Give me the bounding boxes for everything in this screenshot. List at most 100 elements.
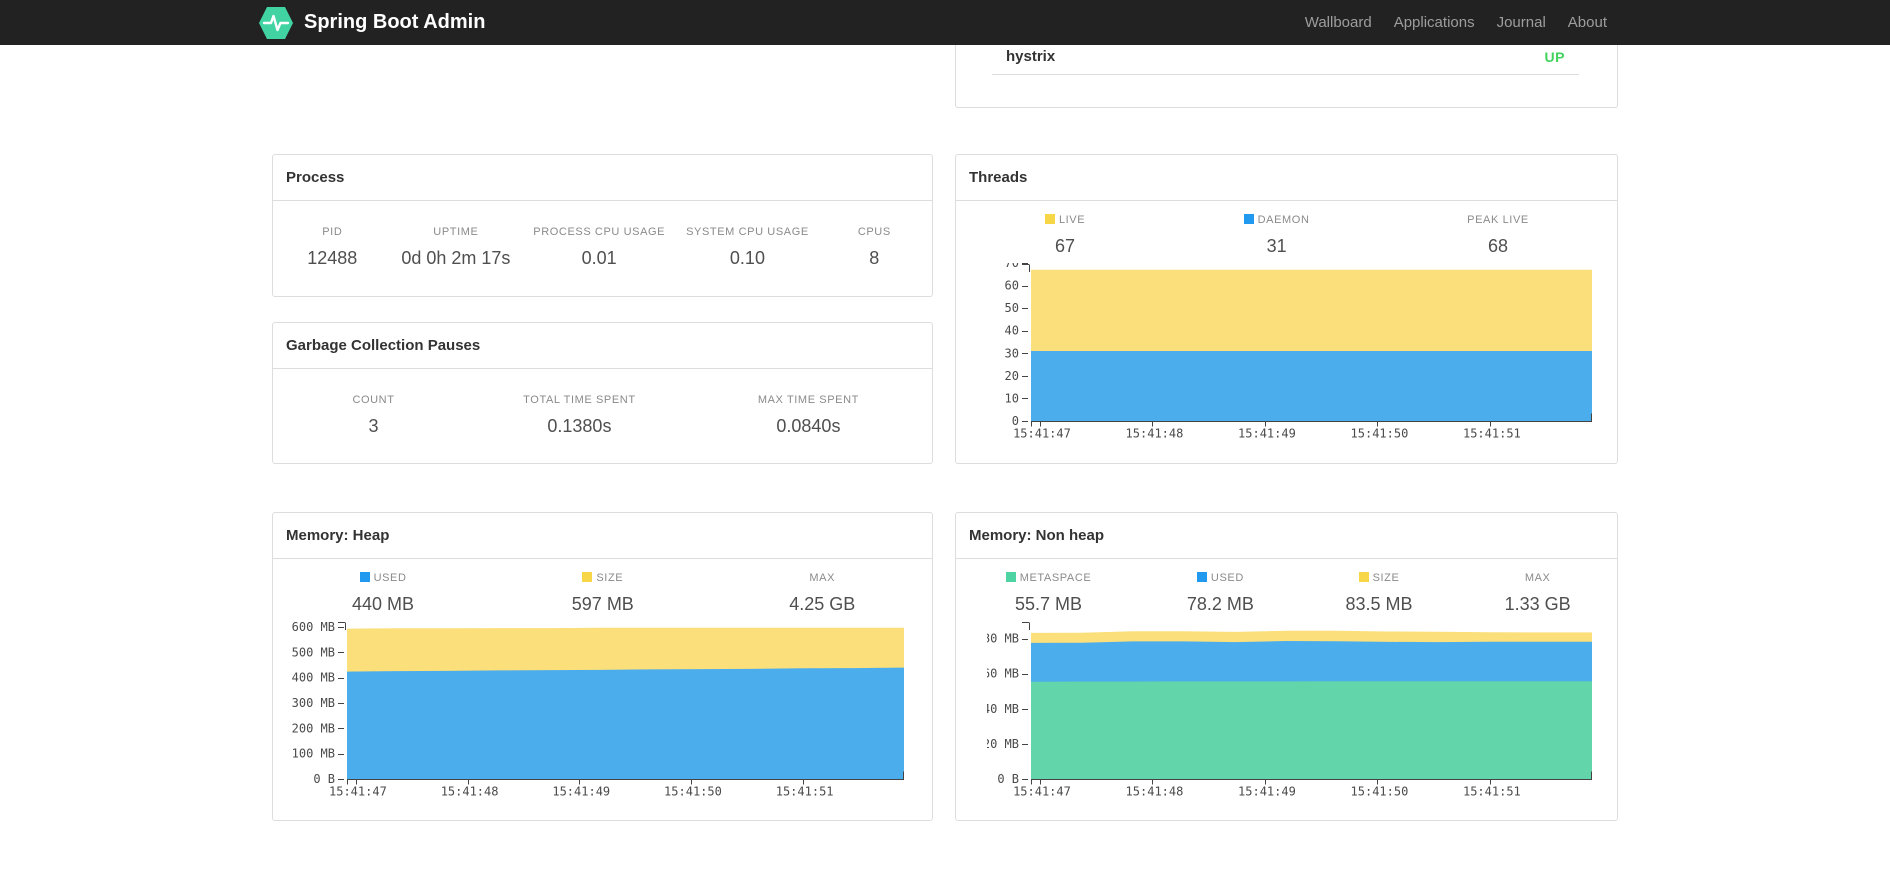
nonheap-item-used: USED 78.2 MB	[1141, 571, 1300, 615]
application-row[interactable]: hystrix UP	[992, 45, 1579, 75]
process-card-title: Process	[273, 155, 932, 201]
nonheap-xtick-15-41-49: 15:41:49	[1238, 785, 1296, 799]
memory-heap-legend: USED 440 MB SIZE 597 MB MAX 4.25 GB	[273, 571, 932, 615]
heap-xtick-15-41-49: 15:41:49	[552, 785, 610, 799]
gc-stats: COUNT 3 TOTAL TIME SPENT 0.1380s MAX TIME SP…	[273, 369, 932, 437]
nav-link-about[interactable]: About	[1557, 14, 1618, 31]
heap-series-used	[347, 667, 904, 779]
threads-ytick-20: 20	[1005, 369, 1019, 383]
process-value-uptime: 0d 0h 2m 17s	[401, 248, 511, 268]
threads-xtick-15-41-51: 15:41:51	[1463, 427, 1521, 441]
nonheap-xtick-15-41-47: 15:41:47	[1013, 785, 1071, 799]
process-card: Process PID 12488 UPTIME 0d 0h 2m 17s PROCES…	[272, 154, 933, 297]
memory-nonheap-card-title: Memory: Non heap	[956, 513, 1617, 559]
nonheap-swatch-used	[1196, 572, 1207, 582]
memory-nonheap-chart-area: 0 B20 MB40 MB60 MB80 MB15:41:4715:41:481…	[956, 621, 1617, 805]
threads-card-title: Threads	[956, 155, 1617, 201]
heap-ytick-200-mb: 200 MB	[292, 721, 335, 735]
nonheap-ytick-80-mb: 80 MB	[987, 632, 1019, 646]
nonheap-xtick-15-41-51: 15:41:51	[1463, 785, 1521, 799]
nonheap-label-size: SIZE	[1300, 571, 1459, 585]
process-label-system-cpu-usage: SYSTEM CPU USAGE	[686, 226, 809, 238]
memory-nonheap-card: Memory: Non heap METASPACE 55.7 MB USED 78.…	[955, 512, 1618, 821]
threads-value-daemon: 31	[1266, 236, 1287, 256]
nonheap-value-size: 83.5 MB	[1345, 594, 1413, 614]
left-column: Process PID 12488 UPTIME 0d 0h 2m 17s PROCES…	[272, 45, 933, 821]
threads-value-peak-live: 68	[1487, 236, 1509, 256]
gc-label-total-time-spent: TOTAL TIME SPENT	[523, 394, 636, 406]
heap-ytick-500-mb: 500 MB	[292, 645, 335, 659]
memory-heap-card: Memory: Heap USED 440 MB SIZE 597 MB MAX 4.25…	[272, 512, 933, 821]
process-value-cpus: 8	[869, 248, 880, 268]
application-name[interactable]: hystrix	[1006, 48, 1055, 65]
threads-ytick-30: 30	[1005, 346, 1019, 360]
nonheap-ytick-20-mb: 20 MB	[987, 737, 1019, 751]
threads-series-daemon	[1031, 351, 1592, 421]
brand[interactable]: Spring Boot Admin	[258, 6, 485, 40]
nonheap-label-max: MAX	[1524, 572, 1551, 584]
nonheap-item-metaspace: METASPACE 55.7 MB	[956, 571, 1141, 615]
threads-chart-area: 0 10 20 30 40 50 60 70 15:41:47 15:41:48 15:41:49 1…	[956, 263, 1617, 447]
nav-link-journal[interactable]: Journal	[1486, 14, 1557, 31]
application-status-badge: UP	[1544, 48, 1565, 65]
heap-label-size: SIZE	[493, 571, 712, 585]
nonheap-xtick-15-41-50: 15:41:50	[1351, 785, 1409, 799]
threads-xtick-15-41-49: 15:41:49	[1238, 427, 1296, 441]
heap-label-used: USED	[273, 571, 493, 585]
gc-label-max-time-spent: MAX TIME SPENT	[757, 394, 859, 406]
threads-item-daemon: DAEMON 31	[1174, 213, 1379, 257]
heap-item-used: USED 440 MB	[273, 571, 493, 615]
nav-links: Wallboard Applications Journal About	[1294, 14, 1618, 31]
gc-label-count: COUNT	[352, 394, 395, 406]
process-value-pid: 12488	[307, 248, 358, 268]
gc-card-title: Garbage Collection Pauses	[273, 323, 932, 369]
threads-item-live: LIVE 67	[956, 213, 1174, 257]
threads-label-peak-live: PEAK LIVE	[1467, 214, 1529, 226]
main-content: Process PID 12488 UPTIME 0d 0h 2m 17s PROCES…	[272, 45, 1618, 821]
heap-ytick-600-mb: 600 MB	[292, 621, 335, 634]
heap-item-max: MAX 4.25 GB	[713, 571, 932, 615]
nonheap-ytick-60-mb: 60 MB	[987, 667, 1019, 681]
navbar: Spring Boot Admin Wallboard Applications J…	[0, 0, 1890, 45]
process-item-process-cpu-usage: PROCESS CPU USAGE 0.01	[520, 225, 678, 269]
nonheap-series-metaspace	[1031, 681, 1592, 779]
process-label-cpus: CPUS	[857, 226, 891, 238]
heap-chart: 0 B100 MB200 MB300 MB400 MB500 MB600 MB1…	[292, 621, 904, 799]
process-item-system-cpu-usage: SYSTEM CPU USAGE 0.10	[678, 225, 816, 269]
heap-xtick-15-41-48: 15:41:48	[441, 785, 499, 799]
process-label-uptime: UPTIME	[433, 226, 479, 238]
gc-value-max-time-spent: 0.0840s	[776, 416, 841, 436]
gc-value-count: 3	[368, 416, 379, 436]
memory-nonheap-legend: METASPACE 55.7 MB USED 78.2 MB SIZE 83.5 MB MA…	[956, 571, 1617, 615]
heap-value-size: 597 MB	[571, 594, 634, 614]
brand-title: Spring Boot Admin	[304, 11, 486, 33]
gc-item-max-time-spent: MAX TIME SPENT 0.0840s	[685, 393, 932, 437]
gc-item-total-time-spent: TOTAL TIME SPENT 0.1380s	[474, 393, 685, 437]
heap-value-used: 440 MB	[352, 594, 415, 614]
threads-legend: LIVE 67 DAEMON 31 PEAK LIVE 68	[956, 213, 1617, 257]
threads-ytick-50: 50	[1005, 301, 1019, 315]
gc-card: Garbage Collection Pauses COUNT 3 TOTAL TI…	[272, 322, 933, 464]
nav-link-applications[interactable]: Applications	[1383, 14, 1486, 31]
nav-link-wallboard[interactable]: Wallboard	[1294, 14, 1383, 31]
process-item-cpus: CPUS 8	[817, 225, 932, 269]
threads-swatch-live	[1044, 214, 1055, 224]
brand-logo-icon	[259, 6, 293, 39]
process-label-pid: PID	[322, 226, 343, 238]
nonheap-swatch-metaspace	[1005, 572, 1016, 582]
navbar-inner: Spring Boot Admin Wallboard Applications J…	[259, 0, 1618, 45]
threads-chart: 01020304050607015:41:47 15:41:48 15:41:49 1…	[1005, 263, 1592, 441]
heap-value-max: 4.25 GB	[789, 594, 856, 614]
heap-xtick-15-41-50: 15:41:50	[664, 785, 722, 799]
threads-card: Threads LIVE 67 DAEMON 31 PEAK LIVE 68 0 10 20 3…	[955, 154, 1618, 464]
threads-xtick-15-41-50: 15:41:50	[1351, 427, 1409, 441]
nonheap-chart: 0 B20 MB40 MB60 MB80 MB15:41:4715:41:481…	[987, 622, 1592, 799]
nonheap-label-metaspace: METASPACE	[956, 571, 1141, 585]
threads-ytick-40: 40	[1005, 324, 1019, 338]
threads-ytick-10: 10	[1005, 391, 1019, 405]
heap-label-max: MAX	[809, 572, 836, 584]
threads-xtick-15-41-48: 15:41:48	[1126, 427, 1184, 441]
memory-heap-card-title: Memory: Heap	[273, 513, 932, 559]
process-value-process-cpu-usage: 0.01	[581, 248, 617, 268]
heap-ytick-400-mb: 400 MB	[292, 671, 335, 685]
